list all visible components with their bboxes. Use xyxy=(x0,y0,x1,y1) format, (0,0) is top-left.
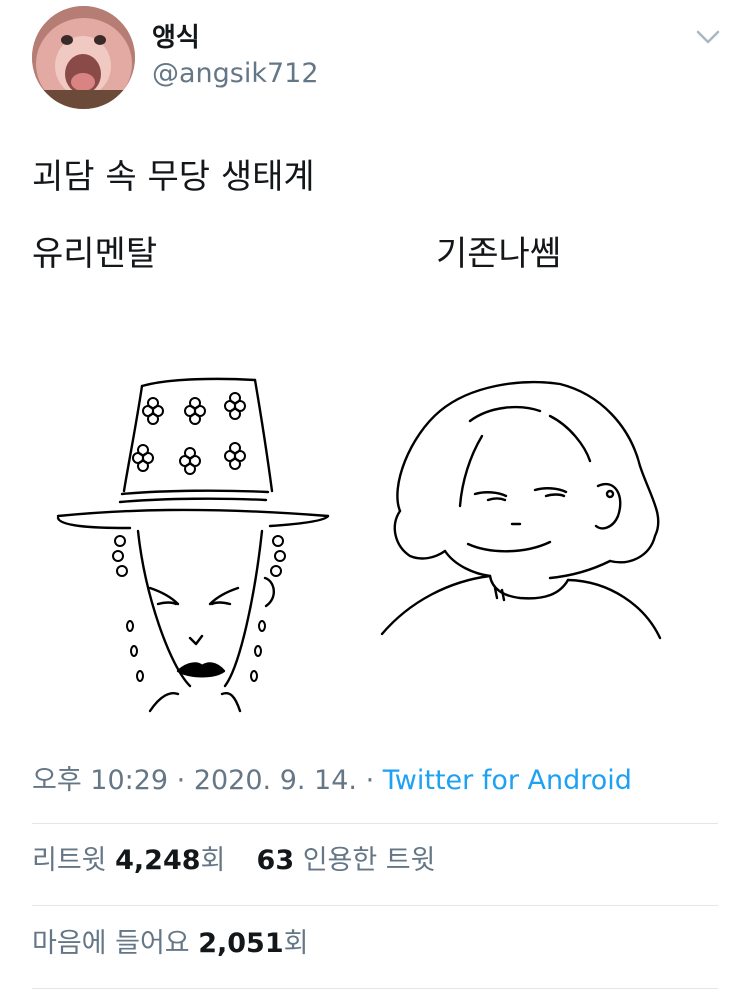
tweet-meta: 오후 10:29 · 2020. 9. 14. · Twitter for An… xyxy=(32,763,632,799)
quote-count: 63 xyxy=(256,845,295,876)
retweet-count: 4,248 xyxy=(115,845,201,876)
divider xyxy=(32,988,718,989)
engagement-stats-likes: 마음에 들어요 2,051회 xyxy=(32,926,308,962)
meta-separator: · xyxy=(357,765,383,796)
image-label-left: 유리멘탈 xyxy=(32,234,158,274)
like-count: 2,051 xyxy=(198,928,284,959)
like-count-link[interactable]: 마음에 들어요 2,051회 xyxy=(32,928,308,959)
meta-separator: · xyxy=(168,765,194,796)
divider xyxy=(32,823,718,824)
tweet-source-link[interactable]: Twitter for Android xyxy=(383,765,632,796)
like-suffix: 회 xyxy=(283,928,309,959)
quote-label: 인용한 트윗 xyxy=(294,845,436,876)
shaman-figure-right xyxy=(380,380,662,640)
more-options-button[interactable] xyxy=(691,24,725,50)
retweet-suffix: 회 xyxy=(200,845,226,876)
avatar[interactable] xyxy=(32,6,135,109)
avatar-image xyxy=(32,6,135,109)
tweet-text: 괴담 속 무당 생태계 xyxy=(32,157,315,197)
engagement-stats-retweets: 리트윗 4,248회 63 인용한 트윗 xyxy=(32,843,436,879)
quote-count-link[interactable]: 63 인용한 트윗 xyxy=(257,845,436,876)
user-handle[interactable]: @angsik712 xyxy=(152,57,319,91)
chevron-down-icon xyxy=(696,30,720,44)
tweet-date[interactable]: 2020. 9. 14. xyxy=(194,765,357,796)
retweet-count-link[interactable]: 리트윗 4,248회 xyxy=(32,845,225,876)
tweet-time[interactable]: 오후 10:29 xyxy=(32,765,168,796)
tweet-illustration[interactable] xyxy=(50,366,670,716)
image-label-right: 기존나쎔 xyxy=(436,234,562,274)
retweet-label: 리트윗 xyxy=(32,845,116,876)
shaman-figure-left xyxy=(56,377,330,713)
display-name[interactable]: 앵식 xyxy=(152,22,200,54)
like-label: 마음에 들어요 xyxy=(32,928,199,959)
divider xyxy=(32,905,718,906)
